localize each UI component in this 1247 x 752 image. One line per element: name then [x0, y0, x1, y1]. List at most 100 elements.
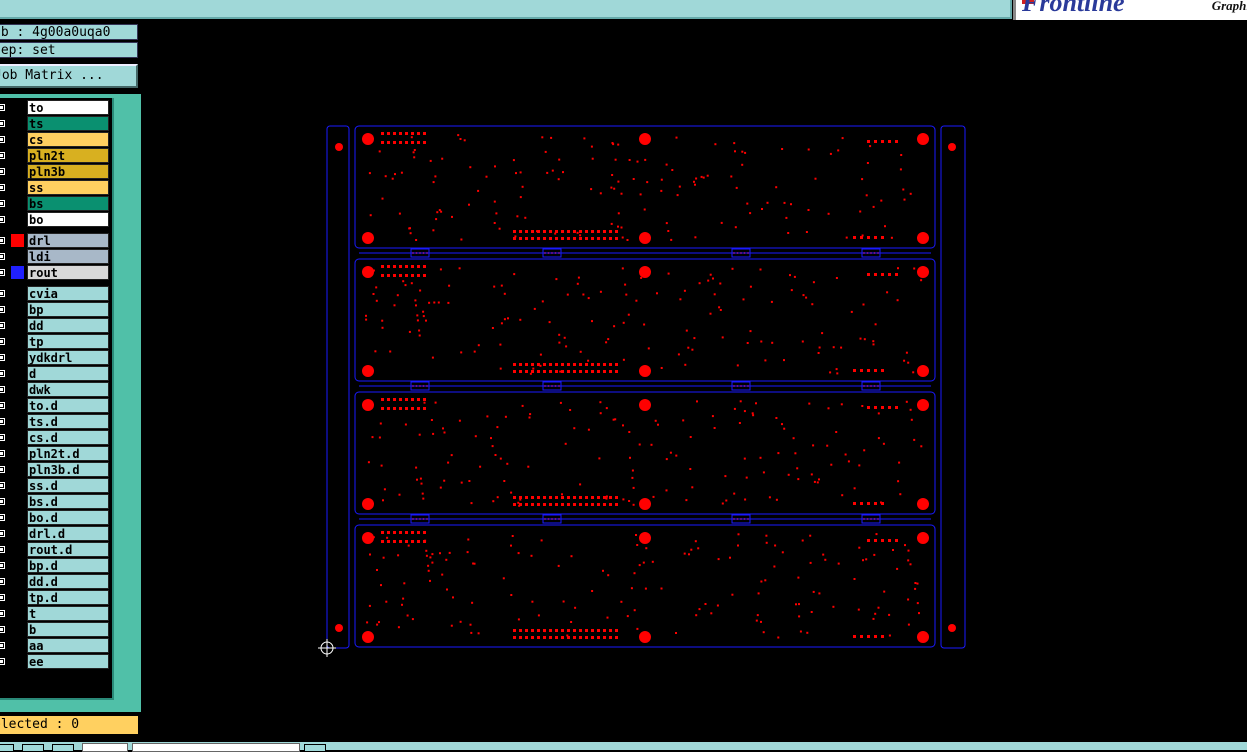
status-field-2[interactable] — [132, 743, 300, 752]
layer-checkbox[interactable] — [0, 561, 6, 570]
layer-row-cs[interactable]: cs — [0, 132, 112, 147]
layer-checkbox[interactable] — [0, 385, 6, 394]
layer-row-dd.d[interactable]: dd.d — [0, 574, 112, 589]
layer-row-ts.d[interactable]: ts.d — [0, 414, 112, 429]
layer-row-t[interactable]: t — [0, 606, 112, 621]
layer-row-bo[interactable]: bo — [0, 212, 112, 227]
layer-name[interactable]: tp — [27, 334, 109, 349]
layer-color-swatch[interactable] — [11, 234, 24, 247]
layer-name[interactable]: pln2t — [27, 148, 109, 163]
layer-name[interactable]: to.d — [27, 398, 109, 413]
layer-row-pln3b.d[interactable]: pln3b.d — [0, 462, 112, 477]
layer-name[interactable]: ydkdrl — [27, 350, 109, 365]
layer-checkbox[interactable] — [0, 135, 6, 144]
layer-row-aa[interactable]: aa — [0, 638, 112, 653]
layer-checkbox[interactable] — [0, 289, 6, 298]
layer-checkbox[interactable] — [0, 268, 6, 277]
layer-row-ee[interactable]: ee — [0, 654, 112, 669]
layer-name[interactable]: dd.d — [27, 574, 109, 589]
layer-checkbox[interactable] — [0, 609, 6, 618]
layer-name[interactable]: ldi — [27, 249, 109, 264]
layer-name[interactable]: aa — [27, 638, 109, 653]
layer-name[interactable]: rout.d — [27, 542, 109, 557]
layer-checkbox[interactable] — [0, 481, 6, 490]
layer-checkbox[interactable] — [0, 183, 6, 192]
layer-name[interactable]: d — [27, 366, 109, 381]
layer-checkbox[interactable] — [0, 215, 6, 224]
layer-checkbox[interactable] — [0, 337, 6, 346]
layer-checkbox[interactable] — [0, 252, 6, 261]
pcb-panel-view[interactable] — [141, 20, 1247, 742]
layer-row-tp[interactable]: tp — [0, 334, 112, 349]
layer-name[interactable]: ts — [27, 116, 109, 131]
layer-row-ss[interactable]: ss — [0, 180, 112, 195]
layer-row-tp.d[interactable]: tp.d — [0, 590, 112, 605]
layer-name[interactable]: cs — [27, 132, 109, 147]
layer-checkbox[interactable] — [0, 641, 6, 650]
layer-checkbox[interactable] — [0, 625, 6, 634]
layer-name[interactable]: bo — [27, 212, 109, 227]
layer-name[interactable]: t — [27, 606, 109, 621]
layer-row-dd[interactable]: dd — [0, 318, 112, 333]
layer-checkbox[interactable] — [0, 103, 6, 112]
layer-row-pln2t[interactable]: pln2t — [0, 148, 112, 163]
layer-name[interactable]: cs.d — [27, 430, 109, 445]
layer-name[interactable]: bs — [27, 196, 109, 211]
layer-row-cs.d[interactable]: cs.d — [0, 430, 112, 445]
layer-row-b[interactable]: b — [0, 622, 112, 637]
layer-row-drl[interactable]: drl — [0, 233, 112, 248]
layer-name[interactable]: rout — [27, 265, 109, 280]
layer-checkbox[interactable] — [0, 321, 6, 330]
layer-checkbox[interactable] — [0, 119, 6, 128]
layer-name[interactable]: pln3b.d — [27, 462, 109, 477]
status-field-1[interactable] — [82, 743, 128, 752]
layer-row-to.d[interactable]: to.d — [0, 398, 112, 413]
layer-row-pln3b[interactable]: pln3b — [0, 164, 112, 179]
layer-checkbox[interactable] — [0, 545, 6, 554]
layer-name[interactable]: bs.d — [27, 494, 109, 509]
layer-row-cvia[interactable]: cvia — [0, 286, 112, 301]
layer-checkbox[interactable] — [0, 369, 6, 378]
layer-name[interactable]: to — [27, 100, 109, 115]
layer-name[interactable]: bp.d — [27, 558, 109, 573]
layer-checkbox[interactable] — [0, 433, 6, 442]
layer-row-bs.d[interactable]: bs.d — [0, 494, 112, 509]
layer-name[interactable]: tp.d — [27, 590, 109, 605]
layer-checkbox[interactable] — [0, 236, 6, 245]
layer-name[interactable]: ts.d — [27, 414, 109, 429]
layer-row-d[interactable]: d — [0, 366, 112, 381]
layer-name[interactable]: pln3b — [27, 164, 109, 179]
layer-checkbox[interactable] — [0, 577, 6, 586]
layer-name[interactable]: dd — [27, 318, 109, 333]
layer-row-rout[interactable]: rout — [0, 265, 112, 280]
layer-name[interactable]: ss — [27, 180, 109, 195]
layer-row-rout.d[interactable]: rout.d — [0, 542, 112, 557]
layer-name[interactable]: b — [27, 622, 109, 637]
layer-name[interactable]: bo.d — [27, 510, 109, 525]
layer-name[interactable]: dwk — [27, 382, 109, 397]
layer-row-bs[interactable]: bs — [0, 196, 112, 211]
layer-name[interactable]: drl.d — [27, 526, 109, 541]
status-button-2[interactable] — [22, 744, 44, 752]
layer-row-ydkdrl[interactable]: ydkdrl — [0, 350, 112, 365]
layer-row-dwk[interactable]: dwk — [0, 382, 112, 397]
layer-checkbox[interactable] — [0, 529, 6, 538]
layer-checkbox[interactable] — [0, 513, 6, 522]
layer-row-ldi[interactable]: ldi — [0, 249, 112, 264]
layer-row-ss.d[interactable]: ss.d — [0, 478, 112, 493]
layer-checkbox[interactable] — [0, 353, 6, 362]
layer-row-bp[interactable]: bp — [0, 302, 112, 317]
layer-checkbox[interactable] — [0, 593, 6, 602]
layer-row-ts[interactable]: ts — [0, 116, 112, 131]
job-matrix-button[interactable]: Job Matrix ... — [0, 64, 138, 88]
layer-name[interactable]: cvia — [27, 286, 109, 301]
layer-row-drl.d[interactable]: drl.d — [0, 526, 112, 541]
status-button-4[interactable] — [304, 744, 326, 752]
layer-name[interactable]: ss.d — [27, 478, 109, 493]
layer-row-pln2t.d[interactable]: pln2t.d — [0, 446, 112, 461]
layer-checkbox[interactable] — [0, 465, 6, 474]
layer-checkbox[interactable] — [0, 199, 6, 208]
layer-checkbox[interactable] — [0, 449, 6, 458]
graphics-canvas[interactable] — [141, 20, 1247, 742]
status-button-3[interactable] — [52, 744, 74, 752]
